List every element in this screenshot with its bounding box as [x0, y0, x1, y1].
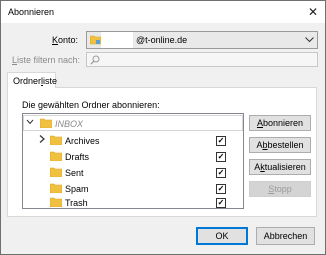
chevron-down-icon — [304, 34, 314, 46]
folder-icon — [50, 135, 62, 145]
folder-icon — [50, 183, 62, 193]
folder-name: Sent — [65, 168, 84, 178]
folder-list-panel: Die gewählten Ordner abonnieren: INBOX A — [7, 87, 317, 217]
tab-label-pre: Ordner — [13, 76, 42, 86]
subscribe-checkbox[interactable]: ✓ — [216, 136, 226, 146]
filter-input[interactable] — [86, 52, 318, 67]
filter-label: Liste filtern nach: — [12, 55, 80, 65]
unsubscribe-button[interactable]: Abbestellen — [249, 137, 311, 153]
subscribe-checkbox[interactable]: ✓ — [216, 184, 226, 194]
subscribe-checkbox[interactable]: ✓ — [216, 152, 226, 162]
folder-row-archives[interactable]: Archives ✓ — [23, 132, 243, 148]
stop-button[interactable]: Stopp — [249, 181, 311, 197]
btn-post: topp — [274, 184, 292, 194]
folder-icon — [50, 197, 62, 207]
subscribe-checkbox[interactable]: ✓ — [216, 198, 226, 208]
folder-name: Archives — [65, 136, 100, 146]
subscribe-button[interactable]: Abonnieren — [249, 115, 311, 131]
folder-row-drafts[interactable]: Drafts ✓ — [23, 148, 243, 164]
subscribe-instruction: Die gewählten Ordner abonnieren: — [22, 100, 160, 110]
search-icon — [90, 55, 100, 65]
subscribe-checkbox[interactable]: ✓ — [216, 168, 226, 178]
tab-label-post: iste — [43, 76, 58, 86]
folder-row-trash[interactable]: Trash ✓ — [23, 194, 243, 210]
folder-row-inbox[interactable]: INBOX — [23, 115, 243, 131]
account-value: @t-online.de — [136, 35, 188, 45]
refresh-button[interactable]: Aktualisieren — [249, 159, 311, 175]
folder-row-sent[interactable]: Sent ✓ — [23, 164, 243, 180]
cancel-button[interactable]: Abbrechen — [256, 227, 315, 245]
subscribe-dialog: Abonnieren ✕ Konto: @t-online.de Liste f… — [0, 0, 326, 255]
folder-icon — [50, 167, 62, 177]
btn-post: bestellen — [267, 140, 304, 150]
redacted-account-name — [101, 32, 133, 48]
close-button[interactable]: ✕ — [305, 4, 321, 20]
tree-expander-icon[interactable] — [26, 118, 34, 128]
folder-name: INBOX — [55, 119, 84, 129]
tab-folder-list[interactable]: Ordnerliste — [7, 72, 57, 88]
filter-label-rest: iste filtern nach: — [17, 55, 81, 65]
folder-icon — [50, 151, 62, 161]
folder-name: Trash — [65, 198, 88, 208]
account-select[interactable]: @t-online.de — [86, 31, 318, 49]
title-bar: Abonnieren ✕ — [1, 1, 325, 23]
tree-collapse-icon[interactable] — [39, 135, 47, 145]
folder-name: Drafts — [65, 152, 90, 162]
btn-post: bonnieren — [262, 118, 304, 128]
tab-folder-list-label: Ordnerliste — [13, 76, 57, 86]
folder-name: Spam — [65, 184, 89, 194]
account-label-rest: onto: — [58, 35, 79, 45]
folder-icon — [40, 118, 52, 128]
ok-button[interactable]: OK — [196, 227, 248, 245]
window-title: Abonnieren — [8, 7, 55, 17]
account-label: Konto: — [52, 35, 78, 45]
folder-tree[interactable]: INBOX Archives ✓ Drafts ✓ Sent ✓ Spam ✓ … — [22, 113, 244, 209]
btn-post: tualisieren — [264, 162, 306, 172]
